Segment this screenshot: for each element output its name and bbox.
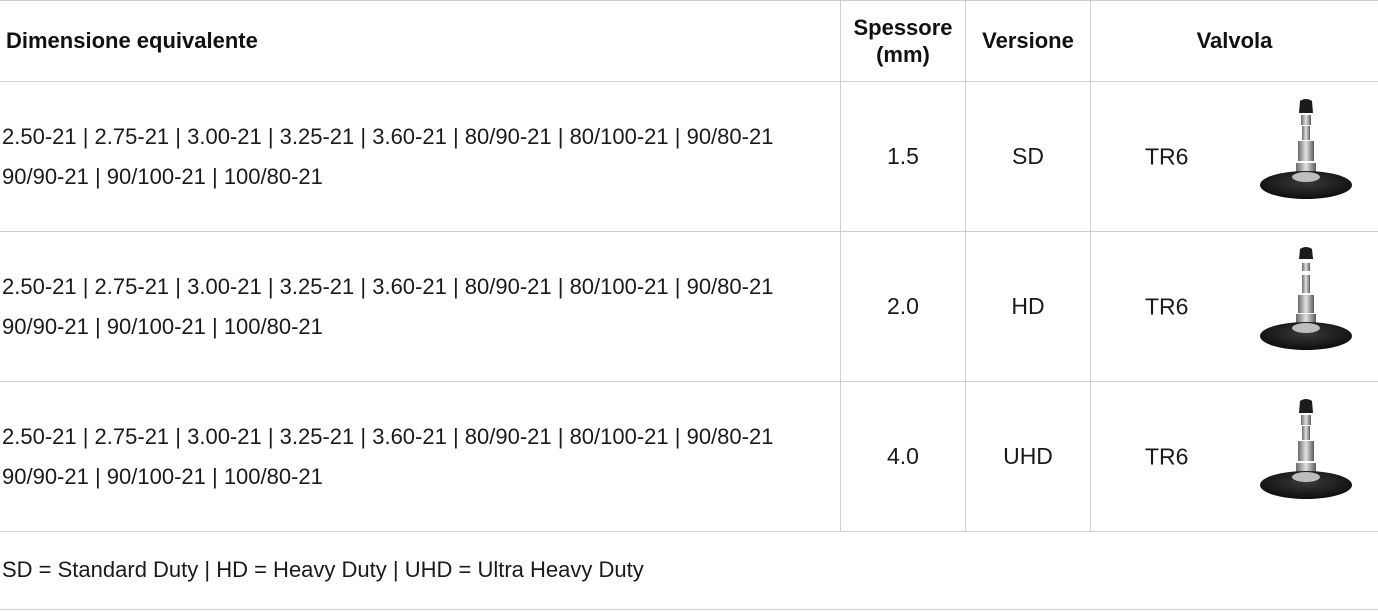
legend-text: SD = Standard Duty | HD = Heavy Duty | U… [2,557,644,582]
size-cell: 2.50-21 | 2.75-21 | 3.00-21 | 3.25-21 | … [0,82,840,231]
valve-value: TR6 [1145,143,1189,169]
version-value: SD [1012,143,1044,169]
sizes-line: 2.50-21 | 2.75-21 | 3.00-21 | 3.25-21 | … [2,123,774,149]
header-size-label: Dimensione equivalente [6,28,258,53]
valve-image [1260,398,1352,499]
version-value: UHD [1003,443,1053,469]
header-thickness: Spessore (mm) [840,1,965,81]
header-thickness-unit: (mm) [876,42,930,67]
size-cell: 2.50-21 | 2.75-21 | 3.00-21 | 3.25-21 | … [0,232,840,381]
valve-cell: TR6 [1090,82,1378,231]
spec-table: Dimensione equivalente Spessore (mm) Ver… [0,0,1378,532]
table-row: 2.50-21 | 2.75-21 | 3.00-21 | 3.25-21 | … [0,82,1378,232]
size-cell: 2.50-21 | 2.75-21 | 3.00-21 | 3.25-21 | … [0,382,840,531]
table-header: Dimensione equivalente Spessore (mm) Ver… [0,1,1378,82]
valve-cell: TR6 [1090,382,1378,531]
header-version: Versione [965,1,1090,81]
valve-image [1260,98,1352,199]
thickness-value: 1.5 [887,143,919,169]
header-thickness-label: Spessore [853,15,953,40]
table-row: 2.50-21 | 2.75-21 | 3.00-21 | 3.25-21 | … [0,382,1378,532]
version-cell: SD [965,82,1090,231]
sizes-line: 2.50-21 | 2.75-21 | 3.00-21 | 3.25-21 | … [2,423,774,449]
thickness-cell: 2.0 [840,232,965,381]
thickness-cell: 4.0 [840,382,965,531]
header-size: Dimensione equivalente [0,1,840,81]
sizes-line: 90/90-21 | 90/100-21 | 100/80-21 [2,463,323,489]
header-valve-label: Valvola [1196,28,1273,53]
header-version-label: Versione [982,28,1074,53]
thickness-value: 4.0 [887,443,919,469]
valve-cell: TR6 [1090,232,1378,381]
version-cell: HD [965,232,1090,381]
legend-footer: SD = Standard Duty | HD = Heavy Duty | U… [0,531,1378,610]
valve-value: TR6 [1145,293,1189,319]
thickness-cell: 1.5 [840,82,965,231]
sizes-line: 90/90-21 | 90/100-21 | 100/80-21 [2,313,323,339]
thickness-value: 2.0 [887,293,919,319]
version-cell: UHD [965,382,1090,531]
valve-value: TR6 [1145,443,1189,469]
sizes-line: 2.50-21 | 2.75-21 | 3.00-21 | 3.25-21 | … [2,273,774,299]
header-valve: Valvola [1090,1,1378,81]
sizes-line: 90/90-21 | 90/100-21 | 100/80-21 [2,163,323,189]
table-row: 2.50-21 | 2.75-21 | 3.00-21 | 3.25-21 | … [0,232,1378,382]
valve-image [1260,246,1352,350]
version-value: HD [1011,293,1045,319]
